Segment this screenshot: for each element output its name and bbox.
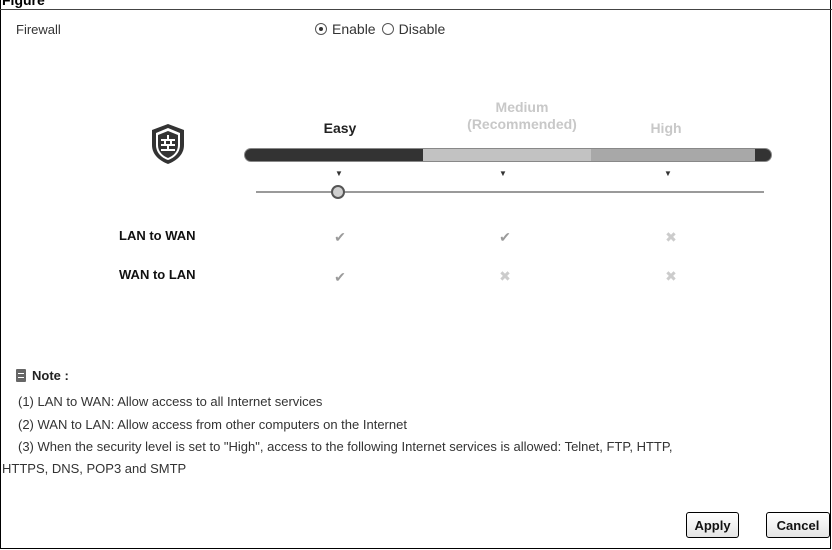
wan-lan-medium-cross-icon: ✖ — [499, 268, 511, 284]
firewall-radio-group: Enable Disable — [315, 21, 451, 37]
row-label-lan-to-wan: LAN to WAN — [119, 228, 196, 243]
wan-lan-easy-check-icon: ✔ — [334, 269, 346, 285]
enable-label: Enable — [332, 21, 376, 37]
level-medium-line2: (Recommended) — [467, 116, 577, 132]
security-level-bar — [244, 148, 772, 162]
enable-radio[interactable] — [315, 23, 327, 35]
wan-lan-high-cross-icon: ✖ — [665, 268, 677, 284]
lan-wan-easy-check-icon: ✔ — [334, 229, 346, 245]
medium-pointer-icon: ▼ — [499, 169, 507, 178]
note-line-4: HTTPS, DNS, POP3 and SMTP — [2, 461, 187, 476]
disable-label: Disable — [398, 21, 446, 37]
security-level-slider-knob[interactable] — [331, 185, 345, 199]
lan-wan-medium-check-icon: ✔ — [499, 229, 511, 245]
top-divider — [0, 9, 832, 10]
row-label-wan-to-lan: WAN to LAN — [119, 267, 196, 282]
firewall-label: Firewall — [16, 22, 61, 37]
note-line-3: (3) When the security level is set to "H… — [18, 439, 673, 454]
figure-caption-clipped: Figure — [0, 0, 832, 9]
level-medium-line1: Medium — [495, 99, 549, 115]
cancel-button[interactable]: Cancel — [766, 512, 830, 538]
level-medium-label[interactable]: Medium (Recommended) — [452, 99, 592, 133]
shield-icon — [152, 124, 184, 164]
note-line-1: (1) LAN to WAN: Allow access to all Inte… — [18, 394, 323, 409]
apply-button[interactable]: Apply — [686, 512, 739, 538]
enable-option[interactable]: Enable — [315, 21, 376, 37]
level-high-label[interactable]: High — [636, 120, 696, 136]
disable-option[interactable]: Disable — [381, 21, 446, 37]
note-title: Note : — [32, 368, 69, 383]
lan-wan-high-cross-icon: ✖ — [665, 229, 677, 245]
note-icon — [16, 369, 26, 382]
easy-pointer-icon: ▼ — [335, 169, 343, 178]
disable-radio[interactable] — [381, 23, 394, 35]
figure-caption-text: Figure — [2, 0, 45, 8]
note-line-2: (2) WAN to LAN: Allow access from other … — [18, 417, 407, 432]
high-pointer-icon: ▼ — [664, 169, 672, 178]
level-easy-label[interactable]: Easy — [310, 120, 370, 136]
